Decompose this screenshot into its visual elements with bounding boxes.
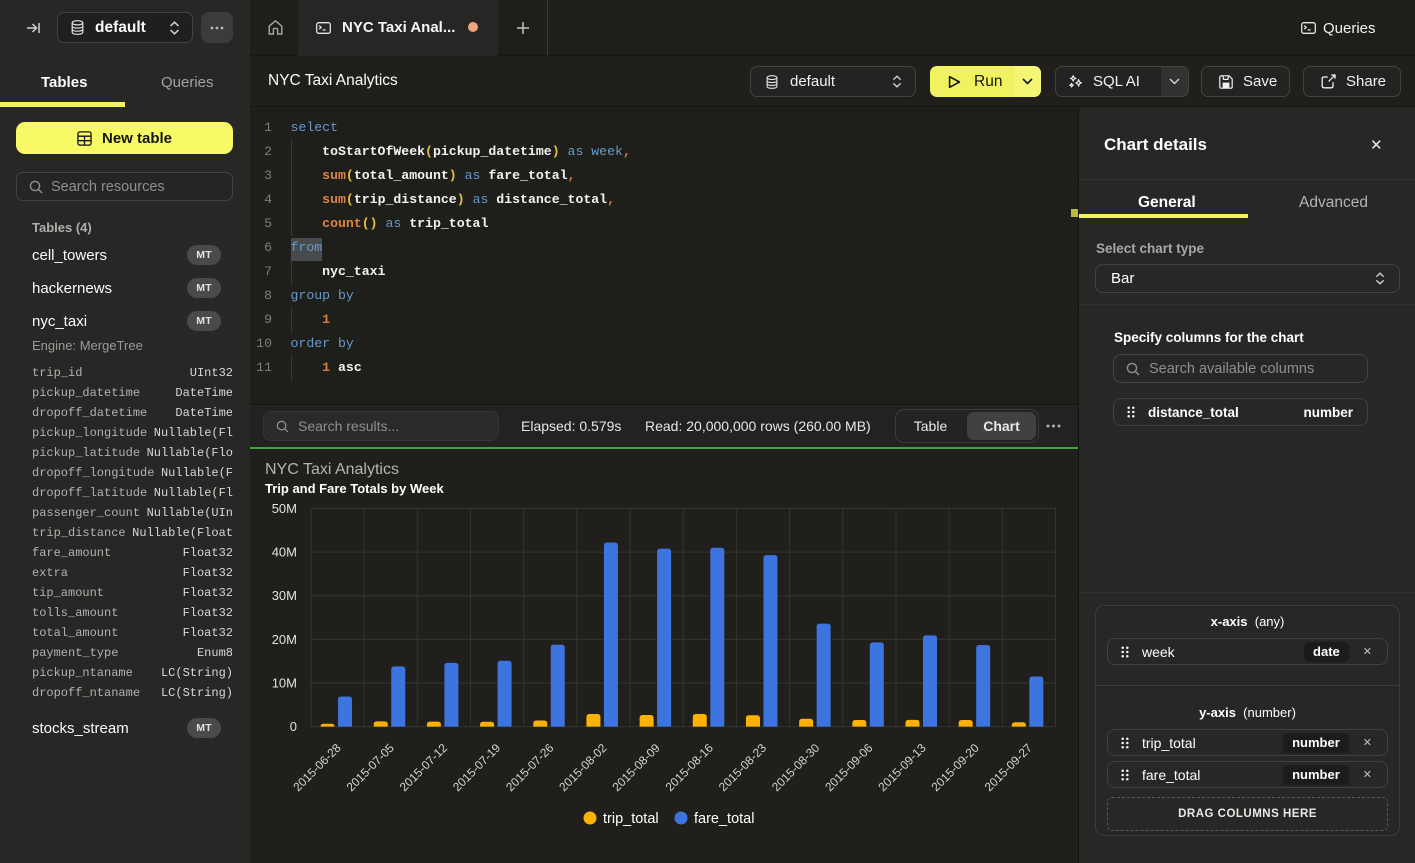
svg-text:2015-08-09: 2015-08-09 <box>609 741 663 795</box>
svg-text:2015-09-06: 2015-09-06 <box>822 741 876 795</box>
svg-text:0: 0 <box>290 719 297 734</box>
svg-text:2015-08-30: 2015-08-30 <box>769 741 823 795</box>
svg-text:50M: 50M <box>272 501 297 516</box>
svg-text:2015-08-16: 2015-08-16 <box>663 741 717 795</box>
svg-text:2015-07-05: 2015-07-05 <box>344 741 398 795</box>
svg-text:2015-06-28: 2015-06-28 <box>290 741 344 795</box>
svg-text:2015-09-27: 2015-09-27 <box>982 741 1036 795</box>
svg-text:2015-09-13: 2015-09-13 <box>875 741 929 795</box>
svg-text:trip_total: trip_total <box>603 811 659 827</box>
svg-text:40M: 40M <box>272 545 297 560</box>
svg-text:2015-07-26: 2015-07-26 <box>503 741 557 795</box>
svg-text:2015-08-23: 2015-08-23 <box>716 741 770 795</box>
svg-text:10M: 10M <box>272 675 297 690</box>
svg-text:20M: 20M <box>272 632 297 647</box>
svg-text:2015-07-12: 2015-07-12 <box>397 741 451 795</box>
svg-text:30M: 30M <box>272 588 297 603</box>
svg-text:fare_total: fare_total <box>694 811 754 827</box>
svg-text:2015-07-19: 2015-07-19 <box>450 741 504 795</box>
svg-text:2015-09-20: 2015-09-20 <box>929 741 983 795</box>
svg-text:2015-08-02: 2015-08-02 <box>556 741 610 795</box>
